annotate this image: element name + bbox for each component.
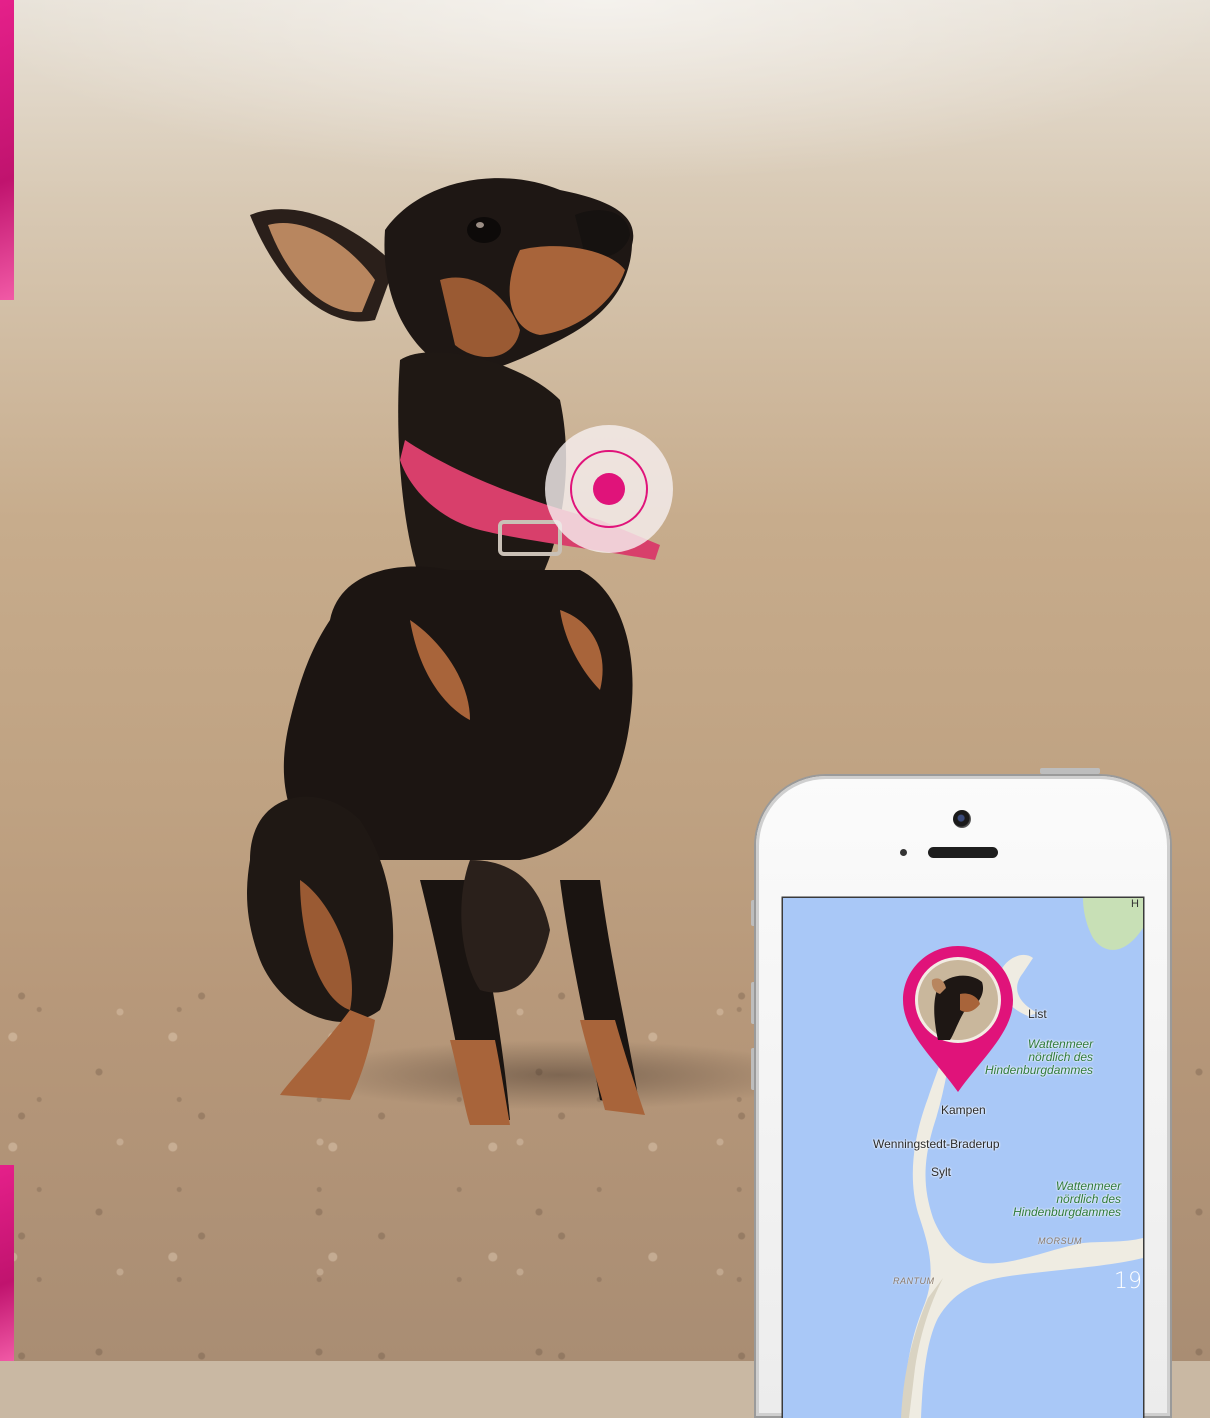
map-label-list: List	[1028, 1007, 1047, 1021]
smartphone: H List Wattenmeer nördlich des Hindenbur…	[756, 776, 1170, 1418]
map-label-rantum: RANTUM	[893, 1276, 935, 1286]
map-label-morsum: MORSUM	[1038, 1236, 1082, 1246]
front-camera-icon	[953, 810, 971, 828]
map-label-sylt: Sylt	[931, 1165, 952, 1179]
proximity-sensor	[900, 849, 907, 856]
map-corner-label: H	[1131, 898, 1139, 910]
map-water-label-east: Wattenmeer nördlich des Hindenburgdammes	[1013, 1179, 1122, 1219]
phone-power-button	[1040, 768, 1100, 774]
map-label-wenningstedt: Wenningstedt-Braderup	[873, 1137, 1000, 1151]
map-screen[interactable]: H List Wattenmeer nördlich des Hindenbur…	[783, 898, 1143, 1418]
map-label-kampen: Kampen	[941, 1103, 986, 1117]
map-water-label-north: Wattenmeer nördlich des Hindenburgdammes	[985, 1037, 1094, 1077]
tracker-dot	[593, 473, 625, 505]
earpiece-speaker	[928, 847, 998, 858]
location-tracker-icon[interactable]	[545, 425, 673, 553]
page-number: 19	[1114, 1269, 1142, 1294]
